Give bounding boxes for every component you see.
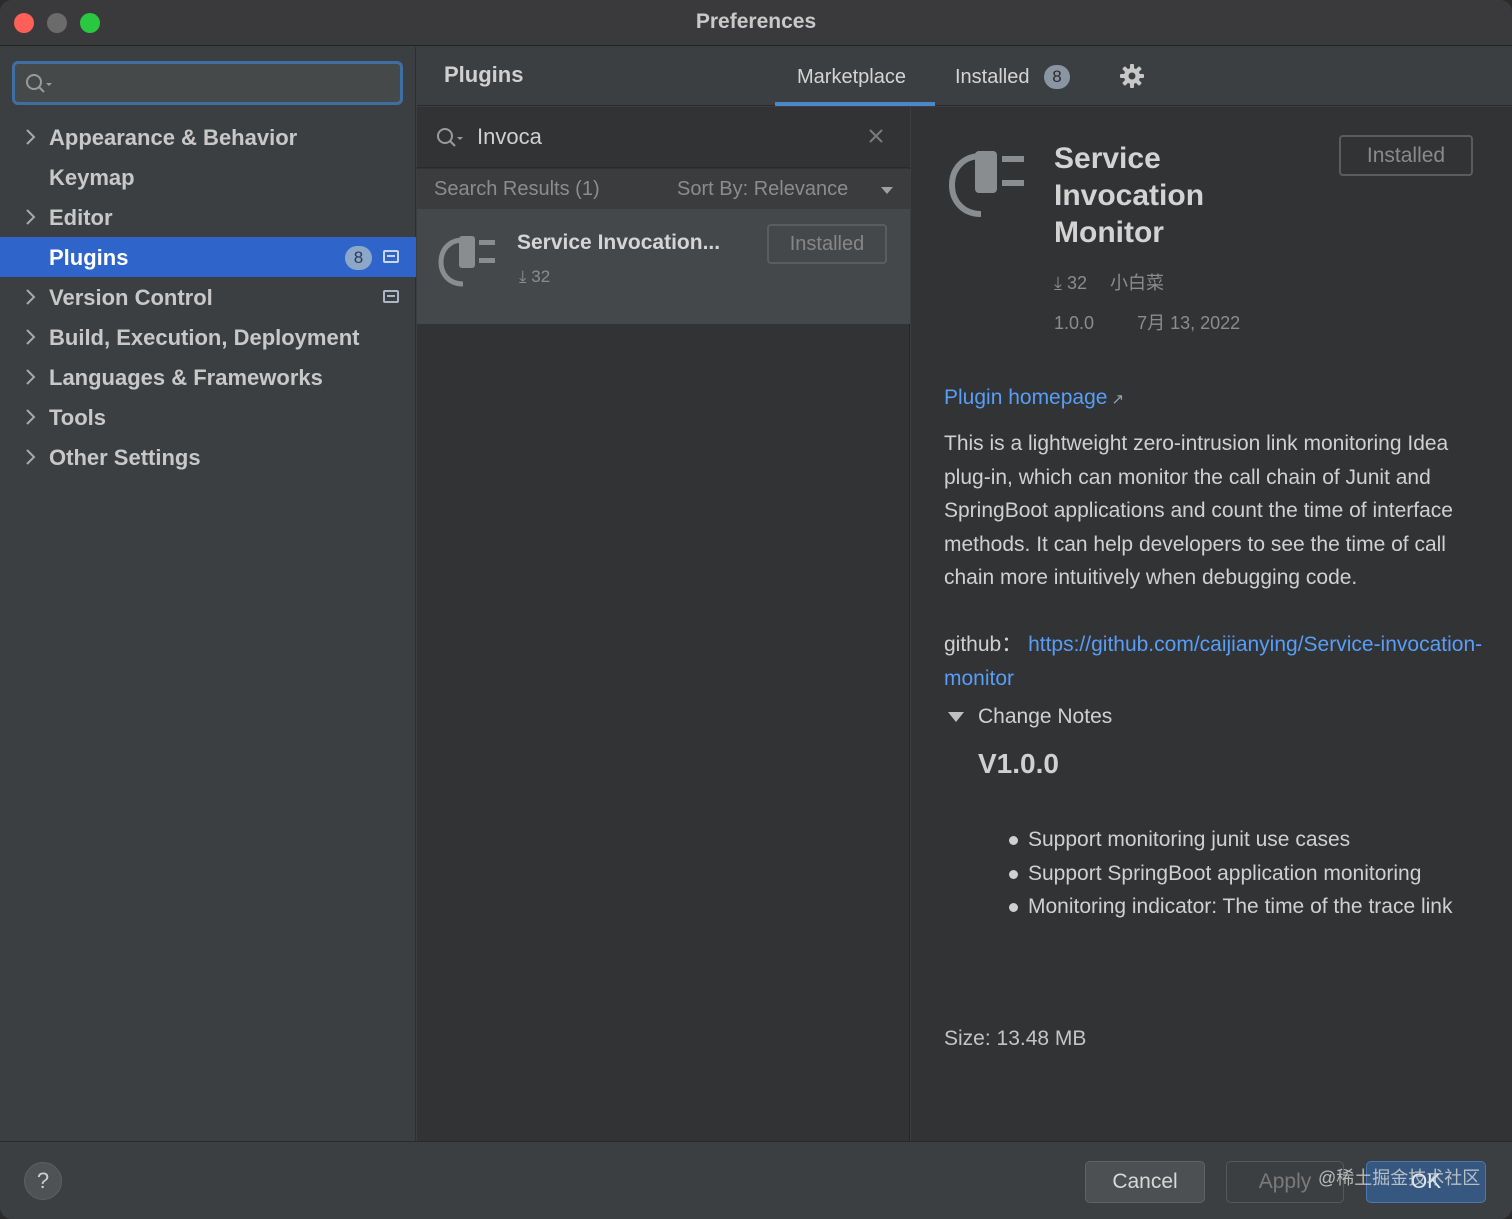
window-title: Preferences (695, 10, 817, 33)
plugin-meta: ⤓ 32 小白菜 (1054, 269, 1164, 295)
gear-icon[interactable] (1119, 63, 1145, 89)
plugin-plug-icon (948, 151, 1024, 217)
sidebar-item-editor[interactable]: Editor (0, 197, 416, 237)
preferences-window: Preferences Appearance & Behavior Keymap… (0, 0, 1512, 1219)
vendor-name[interactable]: 小白菜 (1110, 273, 1164, 293)
homepage-label: Plugin homepage (944, 386, 1108, 409)
installed-button[interactable]: Installed (1339, 135, 1473, 176)
list-item: Support SpringBoot application monitorin… (1009, 857, 1479, 891)
plugin-name: Service Invocation... (517, 231, 721, 254)
sidebar-item-label: Editor (49, 205, 113, 230)
help-button[interactable]: ? (24, 1162, 62, 1200)
chevron-right-icon (26, 329, 36, 345)
title-bar: Preferences (0, 0, 1512, 46)
download-icon: ⤓ (1054, 273, 1062, 293)
plugin-plug-icon (438, 236, 495, 287)
plugin-version-date: 1.0.0 7月 13, 2022 (1054, 309, 1240, 335)
results-bar: Search Results (1) Sort By: Relevance (417, 169, 910, 209)
sort-dropdown[interactable]: Sort By: Relevance (677, 178, 848, 201)
change-notes-list: Support monitoring junit use cases Suppo… (1009, 823, 1479, 924)
sidebar-item-label: Version Control (49, 285, 213, 310)
tab-marketplace[interactable]: Marketplace (775, 47, 935, 106)
github-line: github： https://github.com/caijianying/S… (944, 628, 1484, 695)
sidebar-item-appearance-behavior[interactable]: Appearance & Behavior (0, 117, 416, 157)
project-settings-icon (383, 250, 399, 263)
settings-search-input[interactable] (12, 61, 403, 105)
installed-button[interactable]: Installed (767, 224, 887, 264)
chevron-right-icon (26, 209, 36, 225)
sidebar-item-version-control[interactable]: Version Control (0, 277, 416, 317)
plugin-title: Service Invocation Monitor (1054, 142, 1205, 249)
sidebar-item-label: Appearance & Behavior (49, 125, 298, 150)
change-notes-label: Change Notes (978, 705, 1113, 728)
list-item: Support monitoring junit use cases (1009, 823, 1479, 857)
chevron-right-icon (26, 449, 36, 465)
plugin-search-input[interactable]: Invoca (417, 107, 910, 168)
change-notes-version: V1.0.0 (978, 748, 1059, 779)
release-date: 7月 13, 2022 (1137, 313, 1241, 333)
external-link-icon: ↗ (1111, 391, 1125, 408)
tab-installed[interactable]: Installed 8 (955, 47, 1095, 106)
clear-search-icon[interactable] (867, 127, 885, 145)
plugin-version: 1.0.0 (1054, 313, 1095, 333)
sidebar-item-plugins[interactable]: Plugins 8 (0, 237, 416, 277)
plugins-update-badge: 8 (345, 246, 372, 270)
project-settings-icon (383, 290, 399, 303)
change-notes-toggle[interactable]: Change Notes (948, 705, 1112, 729)
chevron-right-icon (26, 409, 36, 425)
search-icon (26, 74, 52, 93)
tab-label: Installed (955, 66, 1030, 88)
chevron-right-icon (26, 129, 36, 145)
watermark: @稀土掘金技术社区 (1318, 1168, 1481, 1188)
selected-tab-indicator (775, 102, 935, 106)
chevron-right-icon (26, 289, 36, 305)
download-count: ⤓ 32 (519, 267, 550, 287)
page-title: Plugins (444, 62, 524, 87)
sidebar-item-label: Other Settings (49, 445, 201, 470)
triangle-down-icon (948, 712, 964, 723)
search-query: Invoca (477, 124, 542, 149)
plugin-size: Size: 13.48 MB (944, 1027, 1087, 1050)
sidebar-item-label: Build, Execution, Deployment (49, 325, 360, 350)
search-icon (437, 128, 463, 147)
github-link[interactable]: https://github.com/caijianying/Service-i… (944, 633, 1482, 690)
sidebar-item-label: Keymap (49, 165, 135, 190)
plugin-list-panel: Invoca Search Results (1) Sort By: Relev… (417, 107, 910, 1141)
download-count: 32 (1066, 273, 1088, 293)
plugin-description: This is a lightweight zero-intrusion lin… (944, 432, 1453, 589)
sidebar-item-build-execution-deployment[interactable]: Build, Execution, Deployment (0, 317, 416, 357)
chevron-right-icon (26, 369, 36, 385)
sidebar-item-keymap[interactable]: Keymap (0, 157, 416, 197)
sidebar-item-tools[interactable]: Tools (0, 397, 416, 437)
github-label: github： (944, 633, 1023, 656)
sidebar-item-languages-frameworks[interactable]: Languages & Frameworks (0, 357, 416, 397)
dialog-footer: ? Cancel Apply OK @稀土掘金技术社区 (0, 1141, 1512, 1219)
download-value: 32 (531, 267, 551, 286)
results-count: Search Results (1) (434, 178, 600, 200)
download-icon: ⤓ (519, 267, 527, 286)
settings-sidebar: Appearance & Behavior Keymap Editor Plug… (0, 47, 416, 1141)
sidebar-item-other-settings[interactable]: Other Settings (0, 437, 416, 477)
list-item[interactable]: Service Invocation... ⤓ 32 Installed (417, 209, 910, 324)
sidebar-item-label: Tools (49, 405, 107, 430)
cancel-button[interactable]: Cancel (1085, 1161, 1205, 1203)
plugins-header: Plugins Marketplace Installed 8 (417, 47, 1512, 106)
chevron-down-icon[interactable] (881, 187, 893, 194)
plugin-detail-panel: Service Invocation Monitor Installed ⤓ 3… (911, 107, 1512, 1141)
list-item: Monitoring indicator: The time of the tr… (1009, 890, 1479, 924)
settings-nav: Appearance & Behavior Keymap Editor Plug… (0, 117, 416, 477)
installed-count-badge: 8 (1044, 65, 1070, 89)
plugin-homepage-link[interactable]: Plugin homepage ↗ (944, 386, 1124, 410)
sidebar-item-label: Languages & Frameworks (49, 365, 323, 390)
sidebar-item-label: Plugins (49, 245, 129, 270)
tab-label: Marketplace (797, 66, 906, 88)
